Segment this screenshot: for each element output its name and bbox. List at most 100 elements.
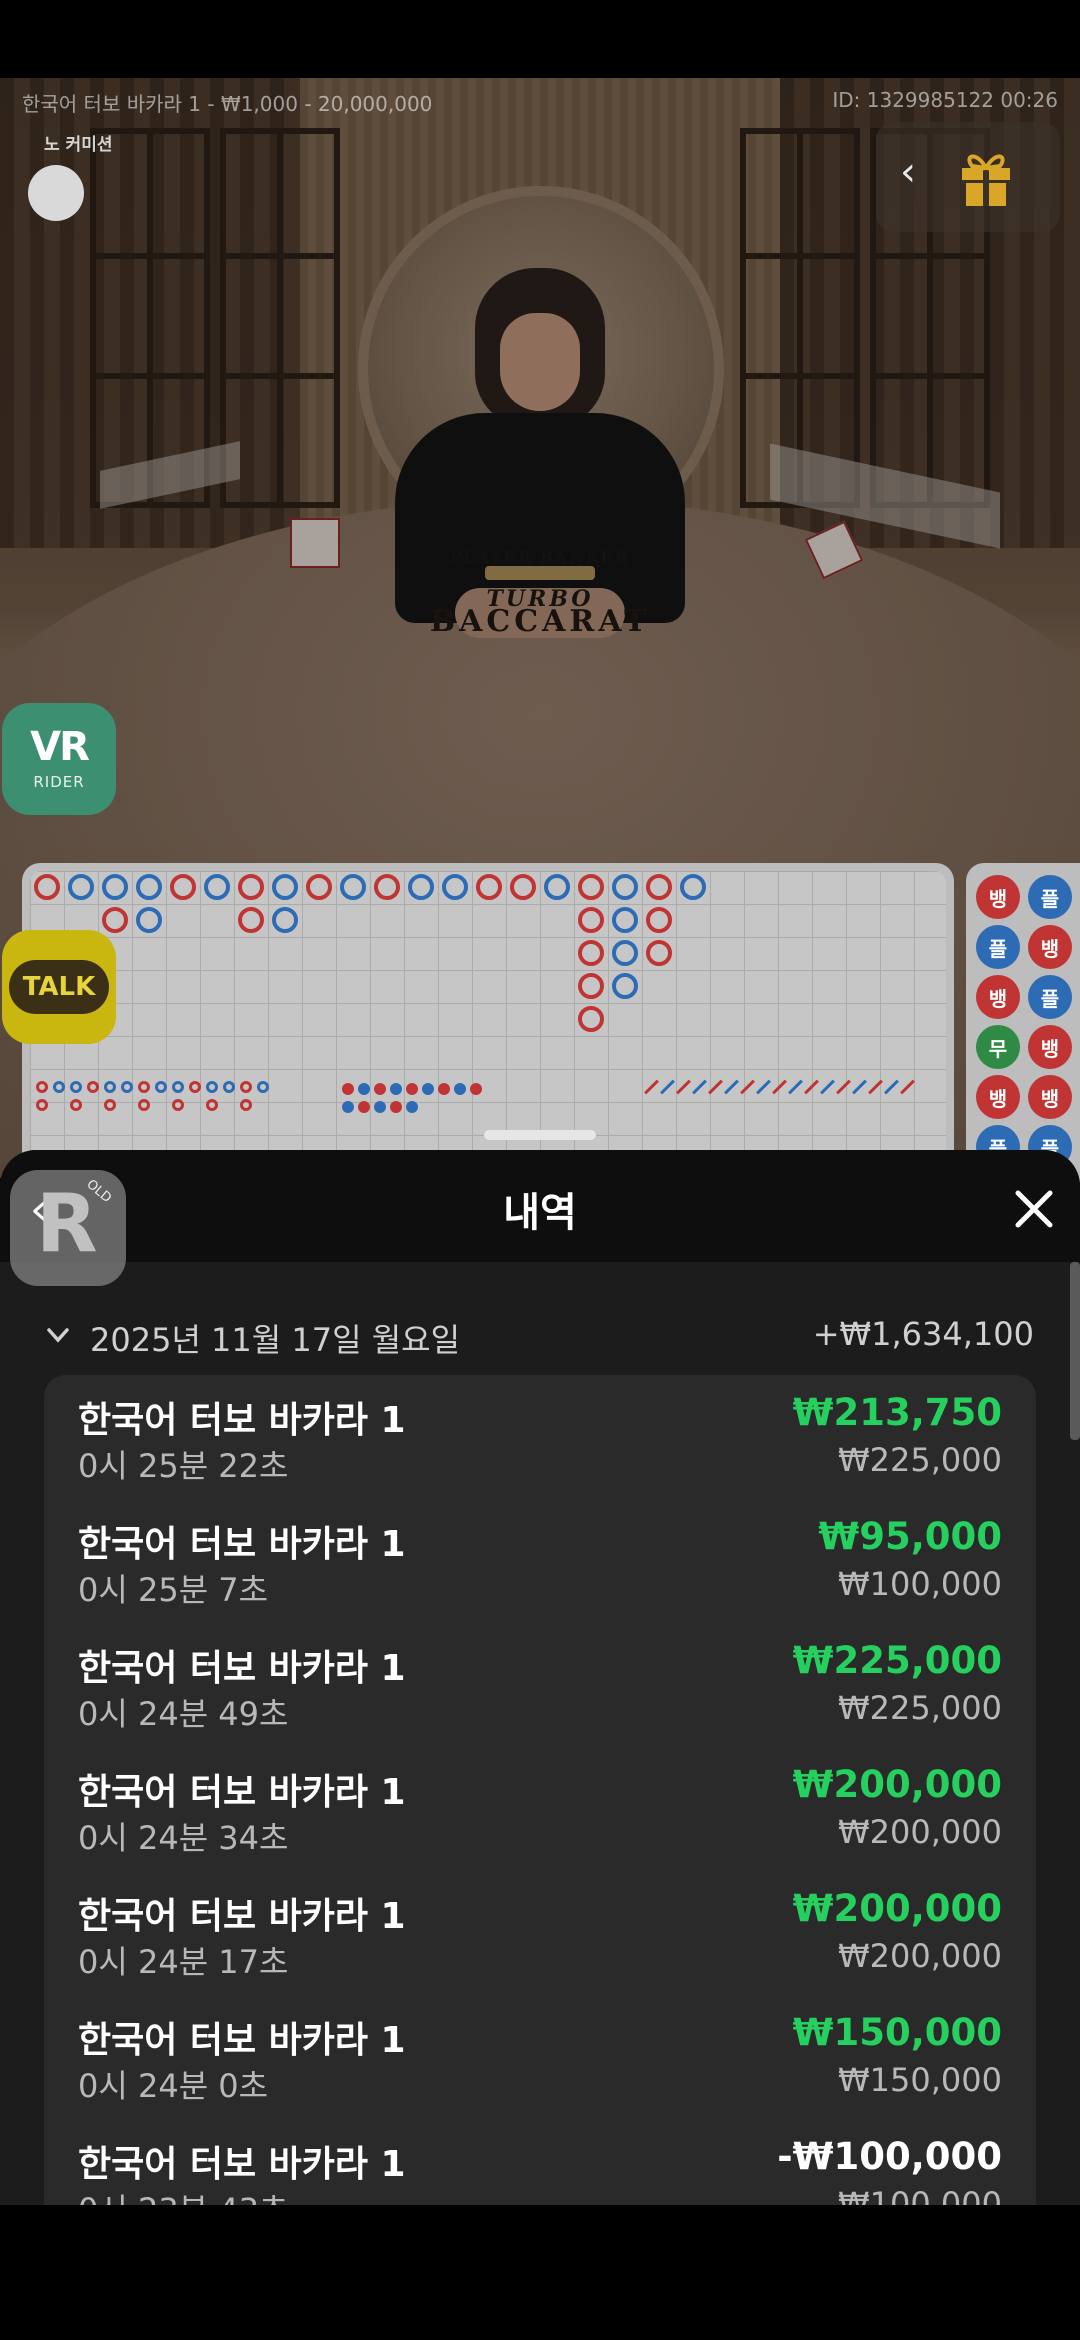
history-entry[interactable]: 한국어 터보 바카라 1 0시 24분 34초 ₩200,000 ₩200,000 bbox=[44, 1757, 1036, 1881]
chevron-down-icon bbox=[47, 1328, 69, 1343]
big-road-player bbox=[442, 874, 468, 900]
big-road-banker bbox=[578, 874, 604, 900]
history-entry[interactable]: 한국어 터보 바카라 1 0시 24분 17초 ₩200,000 ₩200,000 bbox=[44, 1881, 1036, 2005]
big-road-player bbox=[272, 907, 298, 933]
cockroach-road-mark bbox=[884, 1079, 899, 1095]
big-road-banker bbox=[238, 874, 264, 900]
small-road-mark bbox=[342, 1083, 354, 1095]
chevron-left-icon[interactable]: ‹ bbox=[900, 152, 916, 192]
entry-game-name: 한국어 터보 바카라 1 bbox=[78, 2020, 406, 2061]
entry-result: ₩200,000 bbox=[792, 1763, 1002, 1806]
bead-road[interactable]: 뱅플플뱅뱅플무뱅뱅뱅플플 bbox=[966, 863, 1080, 1183]
big-eye-road-mark bbox=[172, 1081, 184, 1093]
big-eye-road-mark bbox=[206, 1099, 218, 1111]
big-road-player bbox=[204, 874, 230, 900]
entry-result: ₩150,000 bbox=[792, 2011, 1002, 2054]
entry-result: -₩100,000 bbox=[777, 2135, 1002, 2178]
history-entry[interactable]: 한국어 터보 바카라 1 0시 25분 22초 ₩213,750 ₩225,000 bbox=[44, 1385, 1036, 1509]
cockroach-road-mark bbox=[692, 1079, 707, 1095]
big-road-player bbox=[612, 907, 638, 933]
history-entry[interactable]: 한국어 터보 바카라 10시 23분 43초 -₩100,000 ₩100,000 bbox=[44, 2129, 1036, 2205]
big-road-banker bbox=[646, 874, 672, 900]
big-eye-road-mark bbox=[53, 1081, 65, 1093]
day-total: +₩1,634,100 bbox=[812, 1315, 1034, 1353]
big-road-banker bbox=[646, 907, 672, 933]
big-road-player bbox=[136, 907, 162, 933]
cockroach-road-mark bbox=[788, 1079, 803, 1095]
small-road-mark bbox=[358, 1083, 370, 1095]
small-road-mark bbox=[470, 1083, 482, 1095]
entry-game-name: 한국어 터보 바카라 1 bbox=[78, 1772, 406, 1813]
big-road-player bbox=[272, 874, 298, 900]
cockroach-road-mark bbox=[868, 1079, 883, 1095]
big-road-player bbox=[544, 874, 570, 900]
bead-banker: 뱅 bbox=[976, 875, 1020, 919]
status-bar bbox=[0, 0, 1080, 78]
kakao-talk-button[interactable]: TALK bbox=[2, 930, 116, 1044]
back-button[interactable]: R OLD ‹ bbox=[10, 1170, 126, 1286]
big-road-banker bbox=[306, 874, 332, 900]
entry-time: 0시 25분 22초 bbox=[78, 1447, 289, 1485]
history-list: 한국어 터보 바카라 1 0시 25분 22초 ₩213,750 ₩225,000 한국… bbox=[44, 1375, 1036, 2205]
big-eye-road-mark bbox=[104, 1099, 116, 1111]
commission-toggle[interactable] bbox=[28, 165, 84, 221]
big-eye-road-mark bbox=[257, 1081, 269, 1093]
big-road-player bbox=[340, 874, 366, 900]
small-road-mark bbox=[390, 1083, 402, 1095]
bead-banker: 뱅 bbox=[1028, 1025, 1072, 1069]
bead-player: 플 bbox=[1028, 975, 1072, 1019]
close-icon[interactable] bbox=[1010, 1185, 1058, 1233]
entry-result: ₩95,000 bbox=[818, 1515, 1002, 1558]
big-road-banker bbox=[510, 874, 536, 900]
cockroach-road-mark bbox=[804, 1079, 819, 1095]
small-road-mark bbox=[406, 1101, 418, 1113]
no-commission-label: 노 커미션 bbox=[44, 135, 113, 155]
bead-banker: 뱅 bbox=[976, 975, 1020, 1019]
big-eye-road-mark bbox=[240, 1099, 252, 1111]
cockroach-road-mark bbox=[836, 1079, 851, 1095]
vr-rider-label: RIDER bbox=[33, 773, 85, 791]
big-eye-road-mark bbox=[138, 1099, 150, 1111]
big-road-banker bbox=[374, 874, 400, 900]
history-sheet: 내역 2025년 11월 17일 월요일 +₩1,634,100 한국어 터보 … bbox=[0, 1150, 1080, 2205]
date-label: 2025년 11월 17일 월요일 bbox=[90, 1321, 461, 1359]
cockroach-road-mark bbox=[756, 1079, 771, 1095]
big-road-player bbox=[68, 874, 94, 900]
cockroach-road-mark bbox=[708, 1079, 723, 1095]
small-road-mark bbox=[358, 1101, 370, 1113]
big-road-banker bbox=[238, 907, 264, 933]
big-road-banker bbox=[578, 940, 604, 966]
big-road-banker bbox=[170, 874, 196, 900]
entry-result: ₩200,000 bbox=[792, 1887, 1002, 1930]
gift-icon[interactable] bbox=[958, 146, 1014, 208]
entry-stake: ₩100,000 bbox=[838, 2185, 1002, 2205]
big-road-banker bbox=[578, 973, 604, 999]
cockroach-road-mark bbox=[740, 1079, 755, 1095]
big-eye-road-mark bbox=[104, 1081, 116, 1093]
big-eye-road-mark bbox=[189, 1081, 201, 1093]
entry-stake: ₩150,000 bbox=[838, 2061, 1002, 2099]
vr-rider-button[interactable]: VR RIDER bbox=[2, 703, 116, 815]
entry-stake: ₩225,000 bbox=[838, 1689, 1002, 1727]
entry-time: 0시 24분 34초 bbox=[78, 1819, 289, 1857]
sheet-drag-handle[interactable] bbox=[484, 1130, 596, 1140]
entry-stake: ₩225,000 bbox=[838, 1441, 1002, 1479]
date-group-header[interactable]: 2025년 11월 17일 월요일 +₩1,634,100 bbox=[44, 1315, 1034, 1359]
bead-banker: 뱅 bbox=[1028, 1075, 1072, 1119]
history-entry[interactable]: 한국어 터보 바카라 1 0시 24분 49초 ₩225,000 ₩225,000 bbox=[44, 1633, 1036, 1757]
big-road-player bbox=[612, 940, 638, 966]
history-entry[interactable]: 한국어 터보 바카라 1 0시 24분 0초 ₩150,000 ₩150,000 bbox=[44, 2005, 1036, 2129]
history-entry[interactable]: 한국어 터보 바카라 1 0시 25분 7초 ₩95,000 ₩100,000 bbox=[44, 1509, 1036, 1633]
cockroach-road-mark bbox=[820, 1079, 835, 1095]
vr-logo: VR bbox=[30, 724, 90, 770]
big-road-player bbox=[612, 973, 638, 999]
chevron-left-icon: ‹ bbox=[30, 1184, 48, 1235]
big-eye-road-mark bbox=[70, 1099, 82, 1111]
small-road-mark bbox=[438, 1083, 450, 1095]
big-eye-road-mark bbox=[240, 1081, 252, 1093]
cockroach-road-mark bbox=[660, 1079, 675, 1095]
big-road-player bbox=[612, 874, 638, 900]
entry-game-name: 한국어 터보 바카라 1 bbox=[78, 1648, 406, 1689]
big-road-player bbox=[102, 874, 128, 900]
scrollbar-thumb[interactable] bbox=[1070, 1262, 1080, 1440]
